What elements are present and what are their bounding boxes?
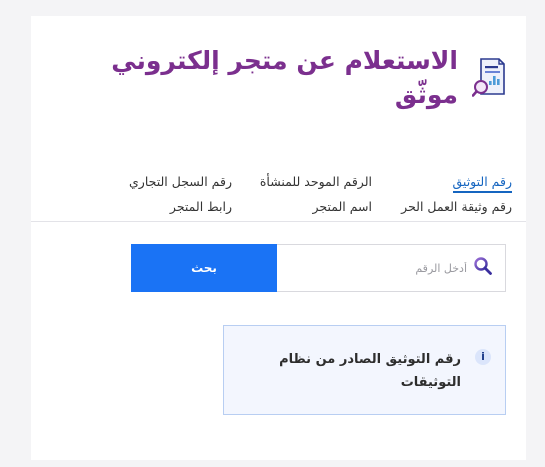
search-input[interactable] <box>317 261 467 275</box>
tab-documentation-number[interactable]: رقم التوثيق <box>452 174 512 193</box>
search-icon <box>473 256 493 280</box>
tab-freelance-document[interactable]: رقم وثيقة العمل الحر <box>372 199 512 216</box>
page-header: الاستعلام عن متجر إلكتروني موثّق <box>76 44 506 112</box>
page-title: الاستعلام عن متجر إلكتروني موثّق <box>111 46 458 109</box>
info-icon: i <box>475 349 491 365</box>
search-button[interactable]: بحث <box>131 244 277 292</box>
search-form: بحث <box>131 244 506 292</box>
info-text: رقم التوثيق الصادر من نظام التوثيقات <box>279 352 461 390</box>
tab-store-name[interactable]: اسم المتجر <box>232 199 373 216</box>
inquiry-card: الاستعلام عن متجر إلكتروني موثّق رقم الت… <box>31 16 526 460</box>
search-type-tabs: رقم التوثيق الرقم الموحد للمنشأة رقم الس… <box>92 174 512 216</box>
info-note: i رقم التوثيق الصادر من نظام التوثيقات <box>223 325 506 415</box>
tab-commercial-register[interactable]: رقم السجل التجاري <box>92 174 232 193</box>
tab-unified-number[interactable]: الرقم الموحد للمنشأة <box>232 174 372 193</box>
document-search-icon <box>471 56 506 98</box>
tabs-divider <box>31 221 526 222</box>
search-field-wrapper <box>277 244 506 292</box>
tab-store-link[interactable]: رابط المتجر <box>92 199 232 216</box>
